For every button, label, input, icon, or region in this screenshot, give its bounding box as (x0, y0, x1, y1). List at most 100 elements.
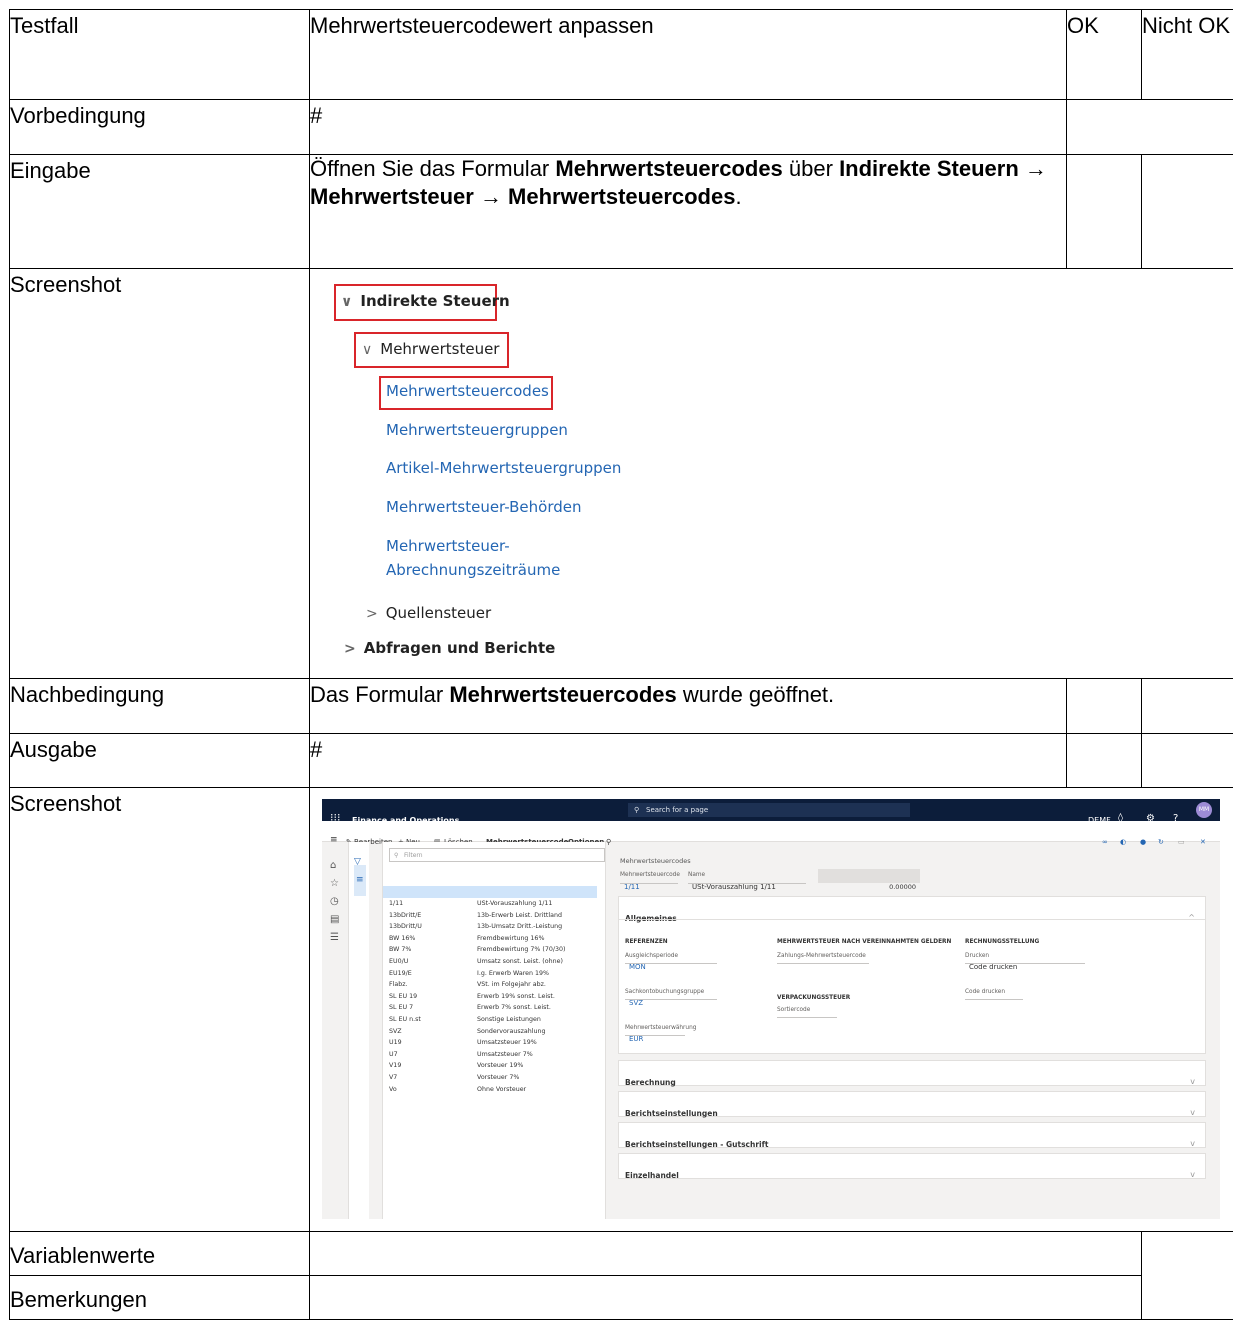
nav-link-abrechnungszeitraeume-2[interactable]: Abrechnungszeiträume (386, 560, 560, 580)
ausgleichsperiode-underline (625, 963, 717, 964)
chevron-up-icon[interactable]: ^ (1188, 902, 1195, 933)
list-row[interactable]: SL EU 7 Erwerb 7% sonst. Leist. (383, 990, 597, 1011)
chevron-down-icon: v (1190, 1170, 1195, 1179)
variablen-bemerkungen-side (1141, 1231, 1233, 1320)
eingabe-text-1: Öffnen Sie das Formular (310, 156, 556, 181)
pct-field[interactable]: 0.00000 (818, 869, 920, 891)
card-berichtseinstellungen-gutschrift[interactable]: Berichtseinstellungen - Gutschrift v (618, 1122, 1206, 1149)
eingabe-label: Eingabe (9, 154, 310, 269)
fo-record-list: ⚲Filtern Mehrwertsteuercode ↑ Name 1/11U… (382, 842, 606, 1219)
chevron-right-icon: > (366, 606, 378, 622)
zahlungs-label: Zahlungs-Mehrwertsteuercode (777, 953, 866, 959)
nachbedingung-text-1: Das Formular (310, 682, 450, 707)
eingabe-text-3: . (735, 184, 742, 209)
fo-filter-column: ▽ ≡ (349, 842, 369, 1219)
card-allgemeines: Allgemeines ^ REFERENZEN Ausgleichsperio… (618, 896, 1206, 1054)
list-row[interactable]: SVZ Sondervorauszahlung (383, 1014, 597, 1035)
testcase-table: Testfall Mehrwertsteuercodewert anpassen… (9, 9, 1233, 1320)
list-row[interactable]: V7 Vorsteuer 7% (383, 1060, 597, 1081)
waehrung-value[interactable]: EUR (629, 1024, 643, 1055)
card-berechnung[interactable]: Berechnung v (618, 1060, 1206, 1087)
nav-mehrwertsteuer-label: Mehrwertsteuer (380, 340, 500, 358)
nav-indirekte-steuern[interactable]: ∨ Indirekte Steuern (341, 291, 510, 312)
nav-quellensteuer-label: Quellensteuer (385, 604, 492, 622)
list-row[interactable]: SL EU n.st Sonstige Leistungen (383, 1002, 597, 1023)
modules-icon[interactable]: ☰ (330, 922, 339, 953)
sortiercode-label: Sortiercode (777, 1007, 811, 1013)
ausgabe-value: # (309, 733, 1067, 788)
list-row[interactable]: EU0/U Umsatz sonst. Leist. (ohne) (383, 944, 597, 965)
nachbedingung-form-name: Mehrwertsteuercodes (449, 682, 677, 707)
list-row[interactable]: U7 Umsatzsteuer 7% (383, 1037, 597, 1058)
fo-nav-rail: ⌂ ☆ ◷ ▤ ☰ (322, 842, 349, 1219)
nachbedingung-label: Nachbedingung (9, 678, 310, 734)
nav-mehrwertsteuer[interactable]: ∨ Mehrwertsteuer (362, 339, 499, 360)
vorbedingung-label: Vorbedingung (9, 99, 310, 155)
list-row[interactable]: 1/11 USt-Vorauszahlung 1/11 (383, 886, 597, 907)
card-berichtseinstellungen[interactable]: Berichtseinstellungen v (618, 1091, 1206, 1118)
list-row-name: Ohne Vorsteuer (477, 1085, 527, 1093)
nav-link-mehrwertsteuergruppen[interactable]: Mehrwertsteuergruppen (386, 420, 568, 440)
list-icon[interactable]: ≡ (354, 865, 366, 896)
screenshot2-label: Screenshot (9, 787, 310, 1232)
list-row[interactable]: BW 7% Fremdbewirtung 7% (70/30) (383, 932, 597, 953)
nav-quellensteuer[interactable]: > Quellensteuer (366, 603, 491, 624)
nicht-ok-header: Nicht OK (1141, 9, 1233, 100)
nachbedingung-text-2: wurde geöffnet. (676, 682, 835, 707)
card-einzelhandel[interactable]: Einzelhandel v (618, 1153, 1206, 1180)
list-row[interactable]: 13bDritt/U 13b-Umsatz Dritt.-Leistung (383, 909, 597, 930)
list-row[interactable]: 13bDritt/E 13b-Erwerb Leist. Drittland (383, 898, 597, 919)
name-underline (688, 883, 806, 884)
fo-search-placeholder: Search for a page (646, 806, 709, 814)
variablenwerte-value (309, 1231, 1142, 1276)
list-row[interactable]: Flabz. VSt. im Folgejahr abz. (383, 967, 597, 988)
list-row[interactable]: V19 Vorsteuer 19% (383, 1048, 597, 1069)
code-underline (620, 883, 678, 884)
list-row[interactable]: Vo Ohne Vorsteuer (383, 1072, 597, 1093)
fo-search-box[interactable]: ⚲ Search for a page (628, 803, 910, 817)
ausgabe-label: Ausgabe (9, 733, 310, 788)
eingabe-value: Öffnen Sie das Formular Mehrwertsteuerco… (309, 154, 1067, 269)
ok-header: OK (1066, 9, 1142, 100)
list-row[interactable]: BW 16% Fremdbewirtung 16% (383, 921, 597, 942)
filter-input[interactable]: ⚲ Filtern (389, 848, 605, 862)
code-drucken-label: Code drucken (965, 989, 1005, 995)
zahlungs-underline (777, 963, 869, 964)
bemerkungen-value (309, 1275, 1142, 1320)
chevron-down-icon: ∨ (341, 294, 353, 310)
nav-screenshot: ∨ Indirekte Steuern ∨ Mehrwertsteuer Mehrw… (310, 269, 1233, 657)
nachbedingung-nicht-ok (1141, 678, 1233, 734)
avatar[interactable]: MM (1196, 802, 1212, 818)
nav-link-artikel-mehrwertsteuergruppen[interactable]: Artikel-Mehrwertsteuergruppen (386, 458, 621, 478)
code-drucken-underline (965, 999, 1023, 1000)
vorbedingung-value: # (309, 99, 1067, 155)
screenshot1-label: Screenshot (9, 268, 310, 679)
nachbedingung-value: Das Formular Mehrwertsteuercodes wurde g… (309, 678, 1067, 734)
nav-abfragen-label: Abfragen und Berichte (363, 639, 556, 657)
list-row[interactable]: SL EU 19 Erwerb 19% sonst. Leist. (383, 979, 597, 1000)
nav-indirekte-steuern-label: Indirekte Steuern (360, 292, 510, 310)
fo-detail-pane: Mehrwertsteuercodes Mehrwertsteuercode N… (618, 842, 1208, 1219)
card-divider (619, 919, 1205, 920)
nachbedingung-ok (1066, 678, 1142, 734)
nav-link-mehrwertsteuercodes[interactable]: Mehrwertsteuercodes (386, 381, 549, 401)
search-icon: ⚲ (634, 806, 640, 814)
testfall-label: Testfall (9, 9, 310, 100)
drucken-underline (965, 963, 1085, 964)
list-row-code: Vo (389, 1085, 397, 1093)
chevron-down-icon: ∨ (362, 342, 373, 358)
search-icon[interactable]: ⚲ (606, 827, 611, 858)
list-row[interactable]: U19 Umsatzsteuer 19% (383, 1025, 597, 1046)
testfall-value: Mehrwertsteuercodewert anpassen (309, 9, 1067, 100)
nav-abfragen[interactable]: > Abfragen und Berichte (344, 638, 555, 659)
fo-top-bar: ⁝⁝⁝ Finance and Operations ⚲Search for a… (322, 799, 1220, 825)
eingabe-form-name: Mehrwertsteuercodes (555, 156, 783, 181)
nav-link-abrechnungszeitraeume-1[interactable]: Mehrwertsteuer- (386, 536, 510, 556)
ausgabe-nicht-ok (1141, 733, 1233, 788)
search-icon: ⚲ (394, 852, 399, 859)
nav-link-mehrwertsteuer-behoerden[interactable]: Mehrwertsteuer-Behörden (386, 497, 582, 517)
vorbedingung-result (1066, 99, 1233, 155)
eingabe-ok (1066, 154, 1142, 269)
eingabe-text-2: über (782, 156, 840, 181)
list-row[interactable]: EU19/E I.g. Erwerb Waren 19% (383, 956, 597, 977)
